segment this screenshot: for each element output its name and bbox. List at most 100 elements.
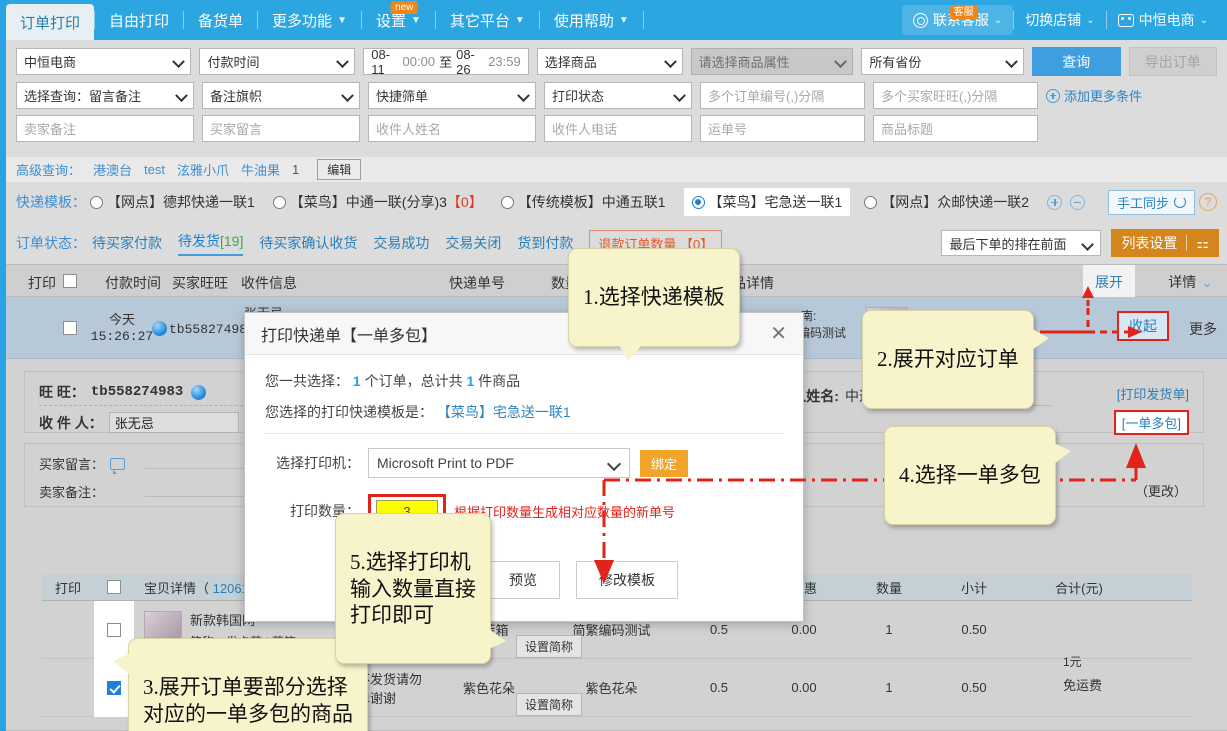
remove-template-icon[interactable] [1070,194,1086,210]
headset-icon [912,12,928,28]
pt-row1-checkbox[interactable] [107,622,121,637]
nav-tab-help[interactable]: 使用帮助 ▼ [540,0,643,40]
template-option-label: 【菜鸟】宅急送一联1 [708,194,843,210]
contact-support-button[interactable]: 客服 联系客服 ⌄ [901,5,1014,35]
preview-button[interactable]: 预览 [486,561,560,599]
dialog-divider [265,433,783,434]
express-template-label: 快递模板： [16,194,86,210]
product-select[interactable]: 选择商品 [536,48,683,75]
pt-row2-set-shortname-button[interactable]: 设置简称 [516,693,583,716]
wangwang-icon[interactable] [152,321,167,336]
summary-item-count: 1 [466,373,475,389]
pt-row2-checkbox[interactable] [107,680,121,695]
status-tab-await-receipt[interactable]: 待买家确认收货 [259,233,357,253]
select-all-checkbox[interactable] [63,274,77,288]
template-option-label: 【传统模板】中通五联1 [517,194,666,210]
callout-tail [1053,443,1071,464]
advanced-query-tag-5[interactable]: 1 [292,162,299,177]
nav-tab-label: 其它平台 [449,12,510,30]
buyer-message-input[interactable]: 买家留言 [202,115,360,142]
nav-tab-label: 更多功能 [272,12,333,30]
nav-tab-stock-list[interactable]: 备货单 [184,0,257,40]
nav-tab-more-features[interactable]: 更多功能 ▼ [258,0,361,40]
col-buyer-id: 买家旺旺 [172,275,228,291]
advanced-query-tag-3[interactable]: 泫雅小爪 [177,160,229,179]
date-range-input[interactable]: 08-11 00:00 至 08-26 23:59 [363,47,529,77]
list-settings-button[interactable]: 列表设置 ⚏ [1111,229,1219,257]
current-shop-button[interactable]: 中恒电商 ⌄ [1107,5,1219,35]
collapse-label: 收起 [1129,318,1157,334]
advanced-query-tag-1[interactable]: 港澳台 [93,160,132,179]
buyer-ids-input[interactable]: 多个买家旺旺(,)分隔 [873,82,1038,109]
query-button[interactable]: 查询 [1032,47,1121,76]
nav-tab-settings[interactable]: new 设置 ▼ [362,0,435,40]
order-numbers-input[interactable]: 多个订单编号(,)分隔 [700,82,865,109]
chevron-down-icon: ▼ [337,14,347,26]
province-select[interactable]: 所有省份 [861,48,1025,75]
nav-tab-free-print[interactable]: 自由打印 [95,0,183,40]
template-option-zto-five[interactable]: 【传统模板】中通五联1 [500,192,666,212]
bind-printer-button[interactable]: 绑定 [640,449,689,477]
template-option-zjs-selected[interactable]: 【菜鸟】宅急送一联1 [683,188,851,216]
pt-select-all-checkbox[interactable] [107,580,121,594]
wangwang-icon[interactable] [191,384,207,400]
printer-label: 选择打印机： [276,455,360,471]
callout-step-1: 1.选择快递模板 [568,248,740,361]
product-attribute-select[interactable]: 请选择商品属性 [690,48,854,75]
detail-receiver-input[interactable]: 张无忌 [108,412,239,433]
advanced-query-tag-2[interactable]: test [144,162,165,177]
close-icon[interactable]: ✕ [770,324,787,344]
status-tab-await-payment[interactable]: 待买家付款 [92,233,162,253]
switch-shop-button[interactable]: 切换店铺 ⌄ [1014,5,1105,35]
edit-advanced-query-button[interactable]: 编辑 [317,159,362,180]
manual-sync-label: 手工同步 [1116,195,1169,211]
add-template-icon[interactable] [1047,194,1063,210]
seller-note-input[interactable]: 卖家备注 [16,115,194,142]
change-link[interactable]: （更改） [1135,481,1187,500]
nav-tab-order-print[interactable]: 订单打印 [6,4,95,40]
template-option-zto-share[interactable]: 【菜鸟】中通一联(分享)3 【0】 [272,192,483,212]
current-shop-label: 中恒电商 [1138,12,1195,28]
add-more-conditions-button[interactable]: 添加更多条件 [1046,86,1142,105]
manual-sync-button[interactable]: 手工同步 [1107,189,1195,215]
flag-select[interactable]: 备注旗帜 [202,82,360,109]
print-shipping-link[interactable]: [打印发货单] [1117,384,1189,406]
shop-select[interactable]: 中恒电商 [16,48,192,75]
detail-wangwang-value: tb558274983 [90,384,184,400]
export-orders-button[interactable]: 导出订单 [1128,47,1217,76]
sort-order-select[interactable]: 最后下单的排在前面 [941,230,1102,256]
new-badge: new [391,1,418,14]
template-option-deppon[interactable]: 【网点】德邦快递一联1 [90,192,255,212]
receiver-phone-input[interactable]: 收件人电话 [544,115,692,142]
status-tab-closed[interactable]: 交易关闭 [445,233,501,253]
question-mark-icon[interactable]: ? [1199,193,1217,211]
waybill-input[interactable]: 运单号 [700,115,865,142]
multi-package-link[interactable]: [一单多包] [1113,410,1189,435]
expand-all-button[interactable]: 展开 [1083,265,1135,298]
nav-tab-other-platforms[interactable]: 其它平台 ▼ [436,0,539,40]
advanced-query-tag-4[interactable]: 牛油果 [241,160,280,179]
print-status-select[interactable]: 打印状态 [544,82,692,109]
pt-row1-subtotal: 0.50 [961,622,987,637]
col-detail-label: 详情 [1168,274,1197,290]
collapse-order-button[interactable]: 收起 [1117,311,1169,341]
quick-filter-select[interactable]: 快捷筛单 [368,82,536,109]
order-row-checkbox[interactable] [63,321,77,335]
template-option-zhongyou[interactable]: 【网点】众邮快递一联2 [864,192,1029,212]
printer-select[interactable]: Microsoft Print to PDF [368,448,630,478]
status-tab-cod[interactable]: 货到付款 [517,233,573,253]
receiver-name-input[interactable]: 收件人姓名 [368,115,536,142]
query-type-select[interactable]: 选择查询：留言备注 [16,82,194,109]
status-tab-success[interactable]: 交易成功 [373,233,429,253]
edit-template-button[interactable]: 修改模板 [576,561,678,599]
col-detail[interactable]: 详情 ⌄ [1168,272,1213,292]
radio-icon-selected [691,195,705,209]
pt-row1-set-shortname-button[interactable]: 设置简称 [516,635,583,658]
status-tab-await-shipment[interactable]: 待发货[19] [178,231,244,256]
order-more-link[interactable]: 更多 [1189,319,1217,339]
date-separator: 至 [439,55,453,70]
col-print: 打印 [28,275,56,291]
callout-step-2: 2.展开对应订单 [862,310,1049,409]
time-type-select[interactable]: 付款时间 [199,48,356,75]
product-title-input[interactable]: 商品标题 [873,115,1038,142]
